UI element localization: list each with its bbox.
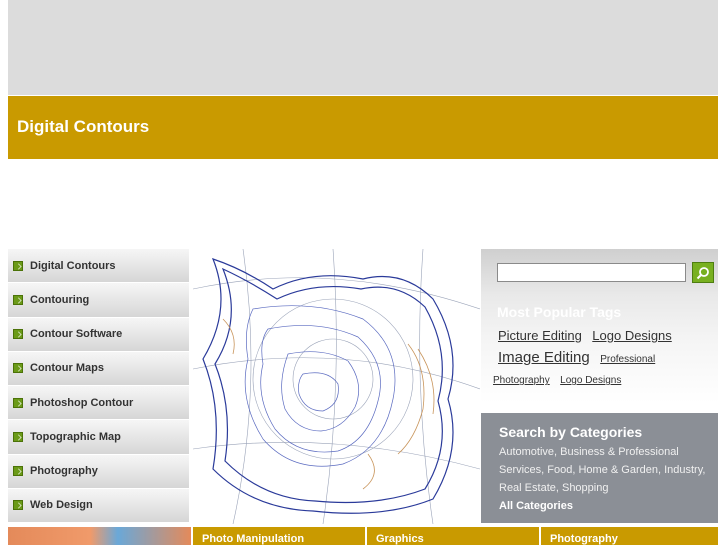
tag-link[interactable]: Logo Designs	[560, 375, 621, 386]
page-title: Digital Contours	[17, 117, 150, 136]
sidebar-item-label: Photoshop Contour	[30, 396, 134, 409]
sidebar-item-contour-software[interactable]: Contour Software	[8, 317, 189, 352]
all-categories-link[interactable]: All Categories	[499, 497, 706, 515]
categories-panel: Search by Categories Automotive, Busines…	[481, 413, 718, 523]
arrow-bullet-icon	[13, 260, 23, 271]
sidebar-item-web-design[interactable]: Web Design	[8, 488, 189, 523]
contour-map-graphic	[193, 249, 480, 524]
tag-link[interactable]: Photography	[493, 375, 550, 386]
arrow-bullet-icon	[13, 431, 23, 442]
search-input[interactable]	[497, 263, 686, 282]
bottom-tab-photography[interactable]: Photography	[541, 527, 718, 545]
categories-title: Search by Categories	[499, 424, 643, 440]
sidebar-item-topographic-map[interactable]: Topographic Map	[8, 420, 189, 455]
arrow-bullet-icon	[13, 363, 23, 374]
arrow-bullet-icon	[13, 294, 23, 305]
search-button[interactable]	[692, 262, 714, 283]
tag-link[interactable]: Image Editing	[498, 349, 590, 366]
bottom-tab-graphics[interactable]: Graphics	[367, 527, 539, 545]
sidebar-item-label: Digital Contours	[30, 259, 116, 272]
tag-link[interactable]: Professional	[600, 354, 655, 365]
sidebar-item-label: Contour Software	[30, 328, 123, 341]
tag-link[interactable]: Picture Editing	[498, 328, 582, 343]
bottom-tab-photo-manipulation[interactable]: Photo Manipulation	[193, 527, 365, 545]
sidebar-item-label: Contour Maps	[30, 362, 104, 375]
sidebar: Digital Contours Contouring Contour Soft…	[8, 249, 189, 523]
arrow-bullet-icon	[13, 466, 23, 477]
arrow-bullet-icon	[13, 329, 23, 340]
sidebar-item-label: Topographic Map	[30, 430, 121, 443]
sidebar-item-label: Contouring	[30, 293, 90, 306]
categories-list[interactable]: Automotive, Business & Professional Serv…	[499, 443, 706, 497]
popular-tags-title: Most Popular Tags	[497, 304, 622, 320]
contour-map-image	[193, 249, 480, 524]
sidebar-item-photoshop-contour[interactable]: Photoshop Contour	[8, 386, 189, 421]
arrow-bullet-icon	[13, 397, 23, 408]
tag-cloud: Picture Editing Logo Designs Image Editi…	[493, 325, 713, 390]
title-bar: Digital Contours	[8, 96, 718, 159]
tag-link[interactable]: Logo Designs	[592, 328, 672, 343]
search-icon	[696, 266, 709, 279]
sidebar-item-label: Web Design	[30, 499, 93, 512]
sidebar-item-contour-maps[interactable]: Contour Maps	[8, 351, 189, 386]
bottom-thumbnail-image	[8, 527, 191, 545]
arrow-bullet-icon	[13, 500, 23, 511]
sidebar-item-contouring[interactable]: Contouring	[8, 283, 189, 318]
top-banner	[8, 0, 718, 95]
search-panel: Most Popular Tags Picture Editing Logo D…	[481, 249, 718, 403]
sidebar-item-label: Photography	[30, 465, 98, 478]
sidebar-item-digital-contours[interactable]: Digital Contours	[8, 249, 189, 284]
sidebar-item-photography[interactable]: Photography	[8, 454, 189, 489]
